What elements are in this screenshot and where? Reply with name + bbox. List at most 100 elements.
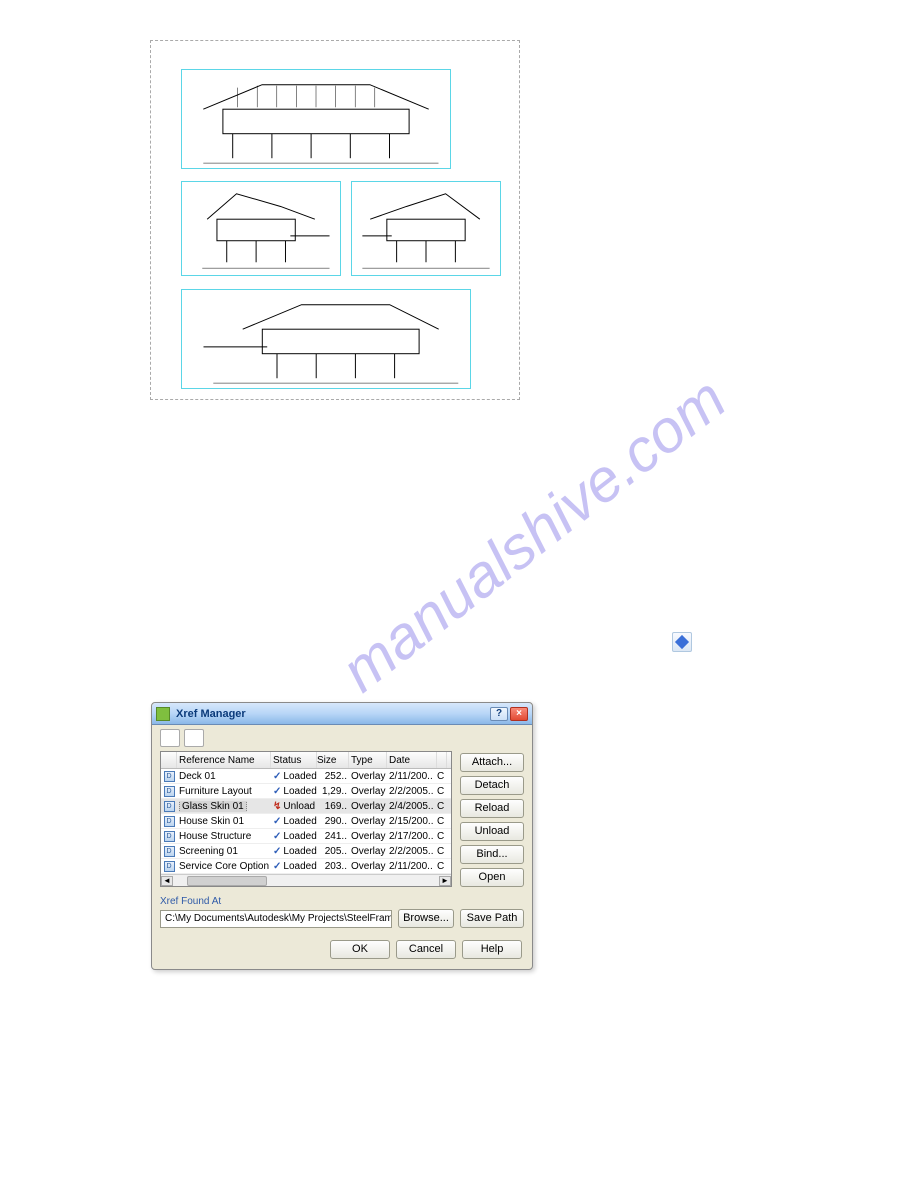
list-view-icon[interactable]	[160, 729, 180, 747]
row-date: 2/4/2005..	[387, 801, 437, 812]
row-date: 2/2/2005..	[387, 786, 437, 797]
browse-button[interactable]: Browse...	[398, 909, 454, 928]
column-header-status[interactable]: Status	[271, 752, 317, 768]
column-header-size[interactable]: Size	[317, 752, 349, 768]
row-size: 203..	[317, 861, 349, 872]
row-size: 205..	[317, 846, 349, 857]
bind-button[interactable]: Bind...	[460, 845, 524, 864]
row-size: 169..	[317, 801, 349, 812]
scroll-left-icon[interactable]: ◄	[161, 876, 173, 886]
row-date: 2/15/200..	[387, 816, 437, 827]
row-name: Screening 01	[177, 846, 271, 857]
row-type: Overlay	[349, 816, 387, 827]
row-type: Overlay	[349, 846, 387, 857]
table-row[interactable]: DService Core Option 01✓Loaded203..Overl…	[161, 859, 451, 874]
column-header-extra[interactable]	[437, 752, 447, 768]
row-status: ✓Loaded	[271, 861, 317, 872]
side-button-column: Attach... Detach Reload Unload Bind... O…	[460, 751, 524, 887]
dwg-file-icon: D	[161, 831, 177, 842]
row-status: ✓Loaded	[271, 816, 317, 827]
dialog-title: Xref Manager	[176, 708, 488, 720]
row-status: ✓Loaded	[271, 846, 317, 857]
xref-manager-dialog: Xref Manager ? × Reference Name Status S…	[151, 702, 533, 970]
table-row[interactable]: DScreening 01✓Loaded205..Overlay2/2/2005…	[161, 844, 451, 859]
save-path-button[interactable]: Save Path	[460, 909, 524, 928]
dwg-file-icon: D	[161, 846, 177, 857]
row-name: House Skin 01	[177, 816, 271, 827]
row-extra: C	[437, 861, 447, 872]
row-size: 1,29..	[317, 786, 349, 797]
app-icon	[156, 707, 170, 721]
row-date: 2/11/200..	[387, 861, 437, 872]
row-extra: C	[437, 801, 447, 812]
dwg-file-icon: D	[161, 801, 177, 812]
row-extra: C	[437, 816, 447, 827]
dialog-toolbar	[152, 725, 532, 751]
house-elevation-icon	[182, 182, 340, 275]
unload-icon: ↯	[273, 801, 281, 812]
dwg-file-icon: D	[161, 816, 177, 827]
table-row[interactable]: DHouse Skin 01✓Loaded290..Overlay2/15/20…	[161, 814, 451, 829]
row-date: 2/11/200..	[387, 771, 437, 782]
horizontal-scrollbar[interactable]: ◄ ►	[161, 874, 451, 886]
row-date: 2/2/2005..	[387, 846, 437, 857]
drawing-canvas	[150, 40, 520, 400]
dwg-file-icon: D	[161, 786, 177, 797]
row-size: 290..	[317, 816, 349, 827]
scroll-thumb[interactable]	[187, 876, 267, 886]
row-type: Overlay	[349, 801, 387, 812]
xref-grid: Reference Name Status Size Type Date DDe…	[160, 751, 452, 887]
dwg-file-icon: D	[161, 861, 177, 872]
ok-button[interactable]: OK	[330, 940, 390, 959]
dwg-file-icon: D	[161, 771, 177, 782]
reload-button[interactable]: Reload	[460, 799, 524, 818]
row-name: Service Core Option 01	[177, 861, 271, 872]
help-titlebar-button[interactable]: ?	[490, 707, 508, 721]
row-date: 2/17/200..	[387, 831, 437, 842]
check-icon: ✓	[273, 831, 281, 842]
check-icon: ✓	[273, 786, 281, 797]
table-row[interactable]: DDeck 01✓Loaded252..Overlay2/11/200..C	[161, 769, 451, 784]
house-elevation-icon	[182, 290, 470, 388]
tool-diamond-icon[interactable]	[672, 632, 692, 652]
row-type: Overlay	[349, 771, 387, 782]
row-name: House Structure	[177, 831, 271, 842]
row-extra: C	[437, 786, 447, 797]
check-icon: ✓	[273, 846, 281, 857]
column-header-type[interactable]: Type	[349, 752, 387, 768]
xref-found-section: Xref Found At C:\My Documents\Autodesk\M…	[152, 893, 532, 934]
column-header-name[interactable]: Reference Name	[177, 752, 271, 768]
elevation-box	[181, 181, 341, 276]
xref-path-input[interactable]: C:\My Documents\Autodesk\My Projects\Ste…	[160, 910, 392, 928]
detach-button[interactable]: Detach	[460, 776, 524, 795]
row-name: Furniture Layout	[177, 786, 271, 797]
table-row[interactable]: DHouse Structure✓Loaded241..Overlay2/17/…	[161, 829, 451, 844]
row-status: ↯Unload	[271, 801, 317, 812]
open-button[interactable]: Open	[460, 868, 524, 887]
xref-found-label: Xref Found At	[160, 896, 221, 907]
scroll-right-icon[interactable]: ►	[439, 876, 451, 886]
watermark-text: manualshive.com	[328, 364, 738, 706]
row-status: ✓Loaded	[271, 786, 317, 797]
table-row[interactable]: DFurniture Layout✓Loaded1,29..Overlay2/2…	[161, 784, 451, 799]
row-size: 252..	[317, 771, 349, 782]
elevation-box	[351, 181, 501, 276]
cancel-button[interactable]: Cancel	[396, 940, 456, 959]
house-elevation-icon	[182, 70, 450, 168]
row-type: Overlay	[349, 831, 387, 842]
close-icon[interactable]: ×	[510, 707, 528, 721]
elevation-box	[181, 69, 451, 169]
table-row[interactable]: DGlass Skin 01↯Unload169..Overlay2/4/200…	[161, 799, 451, 814]
tree-view-icon[interactable]	[184, 729, 204, 747]
attach-button[interactable]: Attach...	[460, 753, 524, 772]
check-icon: ✓	[273, 771, 281, 782]
dialog-bottom-buttons: OK Cancel Help	[152, 934, 532, 969]
elevation-box	[181, 289, 471, 389]
help-button[interactable]: Help	[462, 940, 522, 959]
dialog-titlebar: Xref Manager ? ×	[152, 703, 532, 725]
row-extra: C	[437, 831, 447, 842]
row-type: Overlay	[349, 861, 387, 872]
column-header-date[interactable]: Date	[387, 752, 437, 768]
check-icon: ✓	[273, 861, 281, 872]
unload-button[interactable]: Unload	[460, 822, 524, 841]
